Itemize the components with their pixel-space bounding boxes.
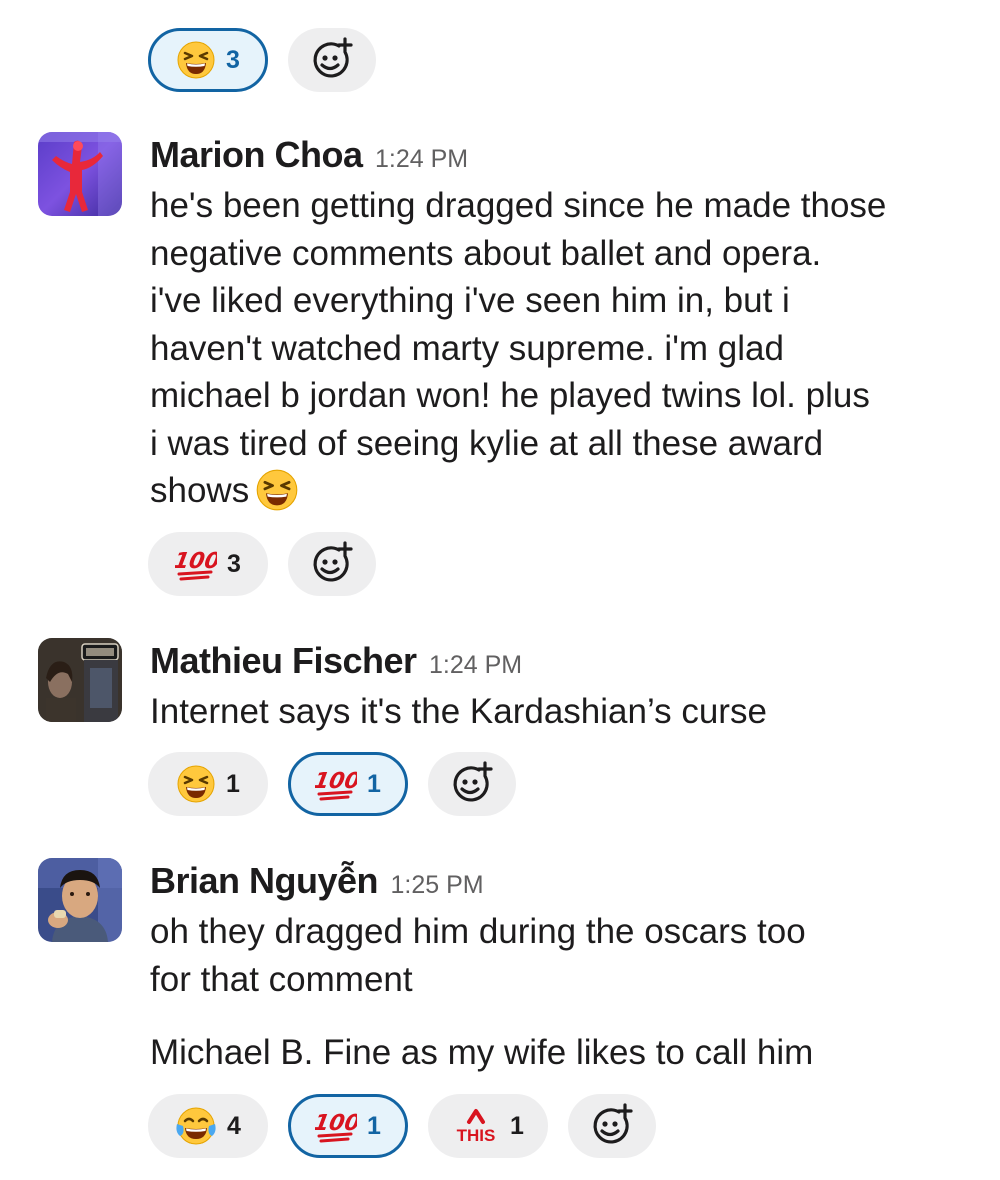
message-line: for that comment (150, 959, 413, 999)
avatar[interactable] (38, 638, 122, 722)
reaction-hundred[interactable]: 100 3 (148, 532, 268, 596)
add-reaction-icon (309, 37, 355, 83)
svg-text:100: 100 (175, 548, 217, 574)
hundred-points-emoji-icon: 100 (175, 544, 217, 584)
add-reaction-button[interactable] (288, 28, 376, 92)
author-name[interactable]: Mathieu Fischer (150, 640, 417, 681)
message-line: michael b jordan won! he played twins lo… (150, 376, 870, 415)
svg-text:100: 100 (315, 1110, 357, 1136)
reaction-bar: 3 (148, 28, 376, 92)
hundred-points-emoji-icon: 100 (315, 1106, 357, 1146)
reaction-count: 1 (510, 1111, 524, 1140)
message-text: Internet says it's the Kardashian’s curs… (150, 688, 970, 736)
add-reaction-button[interactable] (568, 1094, 656, 1158)
reaction-bar: 100 3 (148, 532, 376, 596)
message-line: Michael B. Fine as my wife likes to call… (150, 1033, 814, 1072)
joy-emoji-icon (175, 1106, 217, 1146)
reaction-count: 1 (367, 1111, 381, 1140)
message-line: negative comments about ballet and opera… (150, 233, 822, 273)
reaction-bar: 1 100 1 (148, 752, 516, 816)
reaction-count: 3 (226, 45, 240, 74)
message-header: Mathieu Fischer 1:24 PM (150, 640, 522, 682)
laughing-emoji-icon (176, 40, 216, 80)
reaction-hundred[interactable]: 100 1 (288, 752, 408, 816)
add-reaction-icon (589, 1103, 635, 1149)
add-reaction-icon (449, 761, 495, 807)
reaction-count: 3 (227, 549, 241, 578)
timestamp[interactable]: 1:24 PM (429, 651, 522, 679)
message-line: Internet says it's the Kardashian’s curs… (150, 692, 767, 731)
hundred-points-emoji-icon: 100 (315, 764, 357, 804)
message-line-last: shows (150, 467, 970, 515)
message-line: i was tired of seeing kylie at all these… (150, 423, 824, 463)
laughing-emoji-icon (176, 764, 216, 804)
reaction-count: 1 (367, 769, 381, 798)
reaction-hundred[interactable]: 100 1 (288, 1094, 408, 1158)
message-line: he's been getting dragged since he made … (150, 186, 887, 225)
message-feed: 3 Marion Choa 1:24 PM he's been getting … (0, 0, 1000, 1180)
laughing-emoji-icon (255, 468, 299, 512)
message-text: oh they dragged him during the oscars to… (150, 908, 970, 1003)
avatar[interactable] (38, 858, 122, 942)
reaction-laughing[interactable]: 3 (148, 28, 268, 92)
author-name[interactable]: Brian Nguyễn (150, 860, 379, 901)
add-reaction-button[interactable] (288, 532, 376, 596)
svg-text:100: 100 (315, 768, 357, 794)
reaction-joy[interactable]: 4 (148, 1094, 268, 1158)
message-line: haven't watched marty supreme. i'm glad (150, 328, 784, 368)
timestamp[interactable]: 1:24 PM (375, 145, 468, 173)
message-text-second: Michael B. Fine as my wife likes to call… (150, 1029, 970, 1077)
reaction-this[interactable]: THIS 1 (428, 1094, 548, 1158)
reaction-bar: 4 100 1 THIS 1 (148, 1094, 656, 1158)
this-emoji-label: THIS (457, 1126, 496, 1145)
message-line: shows (150, 471, 250, 510)
reaction-count: 1 (226, 769, 240, 798)
author-name[interactable]: Marion Choa (150, 134, 363, 175)
message-line: i've liked everything i've seen him in, … (150, 281, 790, 320)
message-header: Brian Nguyễn 1:25 PM (150, 860, 484, 902)
reaction-laughing[interactable]: 1 (148, 752, 268, 816)
message-text: he's been getting dragged since he made … (150, 182, 970, 515)
message-header: Marion Choa 1:24 PM (150, 134, 468, 176)
add-reaction-icon (309, 541, 355, 587)
this-emoji-icon: THIS (452, 1106, 500, 1146)
reaction-count: 4 (227, 1111, 241, 1140)
message-line: oh they dragged him during the oscars to… (150, 912, 806, 951)
avatar[interactable] (38, 132, 122, 216)
add-reaction-button[interactable] (428, 752, 516, 816)
timestamp[interactable]: 1:25 PM (391, 871, 484, 899)
